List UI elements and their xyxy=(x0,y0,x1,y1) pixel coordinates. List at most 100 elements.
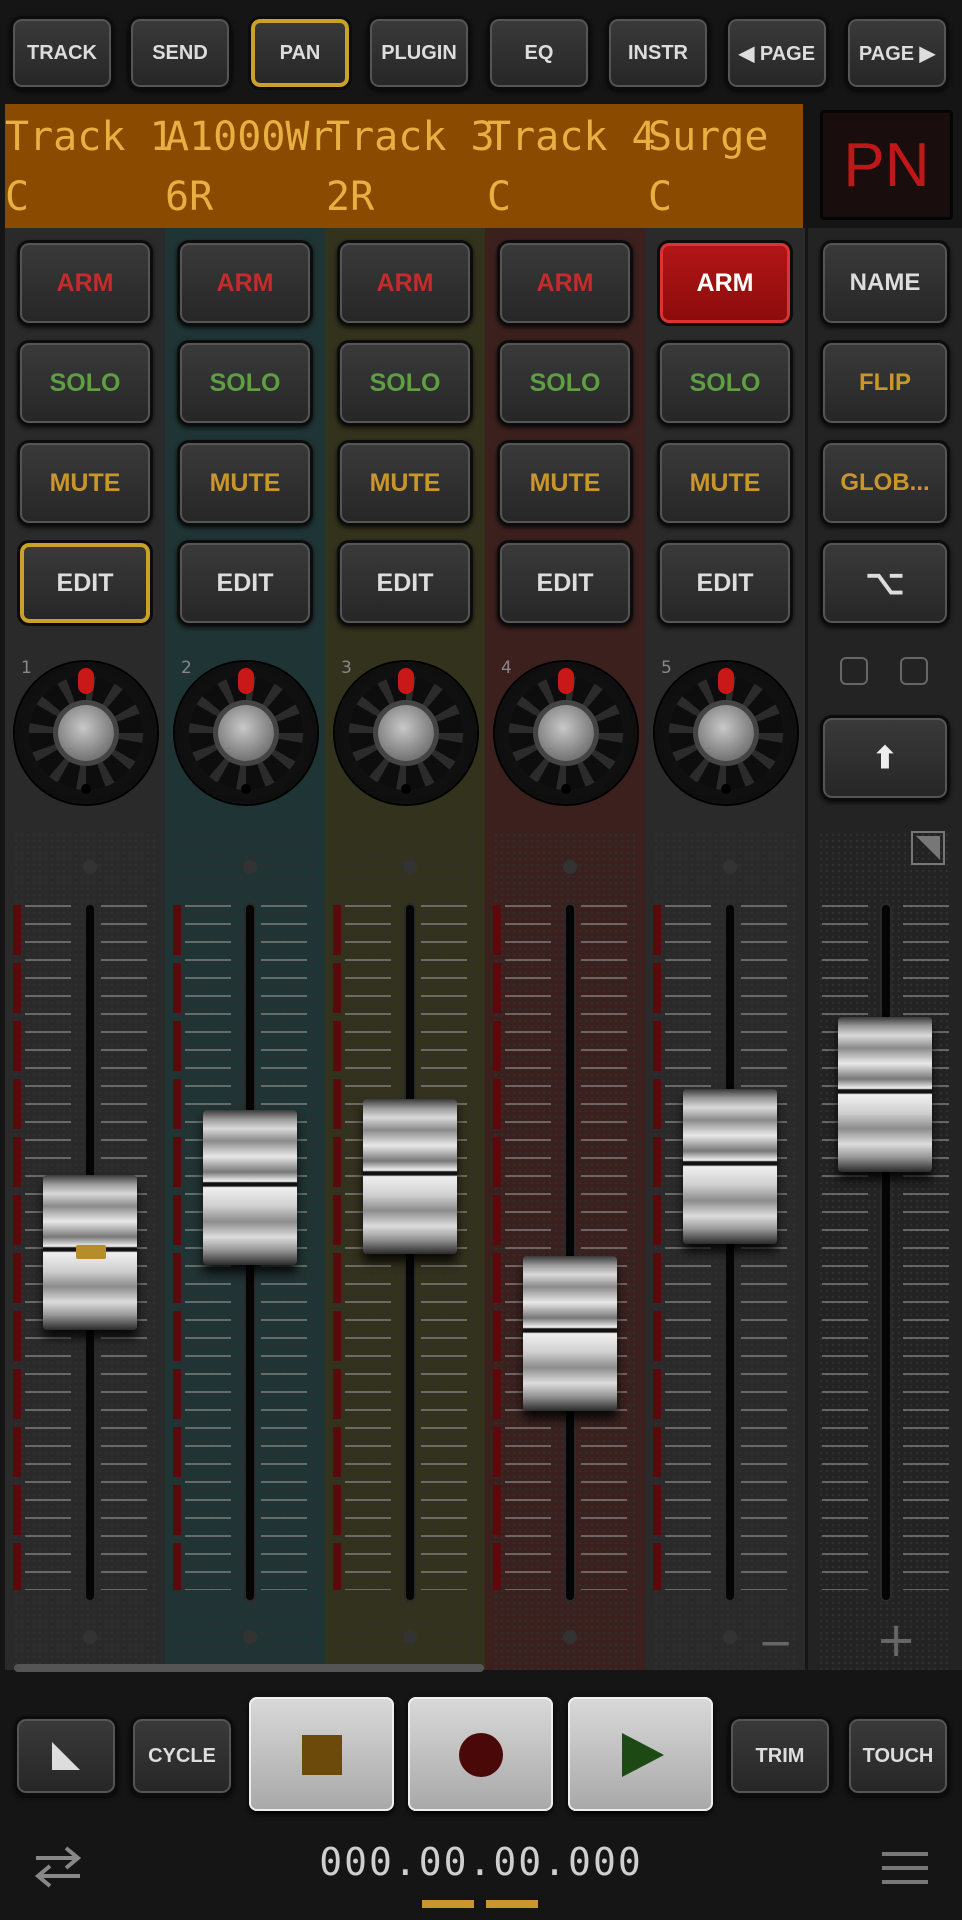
lcd-track-name: Track 1 xyxy=(5,114,174,160)
fader-bottom-dot xyxy=(563,1630,577,1644)
fader-cap[interactable] xyxy=(523,1256,617,1411)
solo-button[interactable]: SOLO xyxy=(497,340,633,426)
fader-top-dot xyxy=(243,860,257,874)
stop-icon xyxy=(302,1735,342,1775)
eq-button[interactable]: EQ xyxy=(487,16,591,90)
track-button[interactable]: TRACK xyxy=(10,16,114,90)
shift-button[interactable]: ⬆ xyxy=(820,715,950,801)
mute-button[interactable]: MUTE xyxy=(657,440,793,526)
level-meter xyxy=(333,905,341,1590)
solo-button[interactable]: SOLO xyxy=(177,340,313,426)
level-meter xyxy=(13,905,21,1590)
fader-scale-right xyxy=(741,905,787,1590)
resize-corner-icon[interactable] xyxy=(910,830,946,866)
plugin-button[interactable]: PLUGIN xyxy=(367,16,471,90)
edit-button[interactable]: EDIT xyxy=(657,540,793,626)
lcd-pan-value: C xyxy=(648,174,673,220)
mute-button[interactable]: MUTE xyxy=(177,440,313,526)
indicator-led-left xyxy=(840,657,868,685)
arm-button[interactable]: ARM xyxy=(497,240,633,326)
arm-button[interactable]: ARM xyxy=(337,240,473,326)
trim-button[interactable]: TRIM xyxy=(728,1716,832,1796)
fader-top-dot xyxy=(563,860,577,874)
fader-track xyxy=(726,905,734,1600)
arm-button[interactable]: ARM xyxy=(17,240,153,326)
zoom-in-button[interactable]: + xyxy=(876,1612,916,1668)
arm-button[interactable]: ARM xyxy=(177,240,313,326)
pan-knob[interactable] xyxy=(175,662,317,804)
fader-cap[interactable] xyxy=(363,1099,457,1255)
pointer-icon xyxy=(52,1742,80,1770)
mute-button[interactable]: MUTE xyxy=(497,440,633,526)
mode-display: PN xyxy=(820,110,953,220)
lcd-track-name: Track 4 xyxy=(487,114,656,160)
channel-number: 4 xyxy=(501,658,512,678)
lcd-track-name: Track 3 xyxy=(326,114,495,160)
stop-button[interactable] xyxy=(249,1697,394,1811)
lcd-pan-value: C xyxy=(487,174,512,220)
mute-button[interactable]: MUTE xyxy=(17,440,153,526)
pan-knob[interactable] xyxy=(655,662,797,804)
zoom-out-button[interactable]: − xyxy=(758,1618,793,1667)
record-button[interactable] xyxy=(408,1697,553,1811)
fader-bottom-dot xyxy=(723,1630,737,1644)
solo-button[interactable]: SOLO xyxy=(657,340,793,426)
time-counter: 000.00.00.000 xyxy=(319,1840,643,1884)
indicator-led-right xyxy=(900,657,928,685)
lcd-track-name: Surge xyxy=(648,114,769,160)
fader-cap[interactable] xyxy=(203,1110,297,1266)
fader-bottom-dot xyxy=(243,1630,257,1644)
fader-bottom-dot xyxy=(403,1630,417,1644)
pointer-button[interactable] xyxy=(14,1716,118,1796)
option-button[interactable]: ⌥ xyxy=(820,540,950,626)
lcd-pan-value: 6R xyxy=(165,174,214,220)
instr-button[interactable]: INSTR xyxy=(606,16,710,90)
fader-bottom-dot xyxy=(83,1630,97,1644)
page-next-button[interactable]: PAGE ▶ xyxy=(845,16,949,90)
level-meter xyxy=(653,905,661,1590)
mute-button[interactable]: MUTE xyxy=(337,440,473,526)
horizontal-scrollbar[interactable] xyxy=(14,1664,484,1672)
edit-button[interactable]: EDIT xyxy=(17,540,153,626)
cycle-button[interactable]: CYCLE xyxy=(130,1716,234,1796)
edit-button[interactable]: EDIT xyxy=(177,540,313,626)
arm-button[interactable]: ARM xyxy=(657,240,793,326)
page-indicator-2 xyxy=(486,1900,538,1908)
pan-knob[interactable] xyxy=(335,662,477,804)
edit-button[interactable]: EDIT xyxy=(337,540,473,626)
channel-number: 5 xyxy=(661,658,672,678)
lcd-pan-value: 2R xyxy=(326,174,375,220)
channel-number: 1 xyxy=(21,658,32,678)
master-fader-track xyxy=(882,905,890,1600)
master-fader-cap[interactable] xyxy=(838,1017,932,1172)
solo-button[interactable]: SOLO xyxy=(17,340,153,426)
swap-arrows-icon[interactable] xyxy=(32,1844,84,1888)
level-meter xyxy=(493,905,501,1590)
master-scale-right xyxy=(903,905,949,1590)
fader-top-dot xyxy=(723,860,737,874)
pan-knob[interactable] xyxy=(495,662,637,804)
global-button[interactable]: GLOB... xyxy=(820,440,950,526)
channel-number: 3 xyxy=(341,658,352,678)
pan-button[interactable]: PAN xyxy=(248,16,352,90)
flip-button[interactable]: FLIP xyxy=(820,340,950,426)
play-icon xyxy=(622,1733,664,1777)
play-button[interactable] xyxy=(568,1697,713,1811)
lcd-track-name: A1000Wr xyxy=(165,114,334,160)
fader-top-dot xyxy=(403,860,417,874)
fader-scale-right xyxy=(581,905,627,1590)
record-icon xyxy=(459,1733,503,1777)
hamburger-menu-icon[interactable] xyxy=(882,1850,928,1886)
touch-button[interactable]: TOUCH xyxy=(846,1716,950,1796)
fader-cap[interactable] xyxy=(683,1088,777,1244)
lcd-display: Track 1 A1000Wr Track 3 Track 4 Surge C … xyxy=(5,104,803,228)
lcd-pan-value: C xyxy=(5,174,30,220)
send-button[interactable]: SEND xyxy=(128,16,232,90)
solo-button[interactable]: SOLO xyxy=(337,340,473,426)
edit-button[interactable]: EDIT xyxy=(497,540,633,626)
pan-knob[interactable] xyxy=(15,662,157,804)
fader-scale-left xyxy=(665,905,711,1590)
page-prev-button[interactable]: ◀ PAGE xyxy=(725,16,829,90)
fader-scale-left xyxy=(505,905,551,1590)
name-button[interactable]: NAME xyxy=(820,240,950,326)
